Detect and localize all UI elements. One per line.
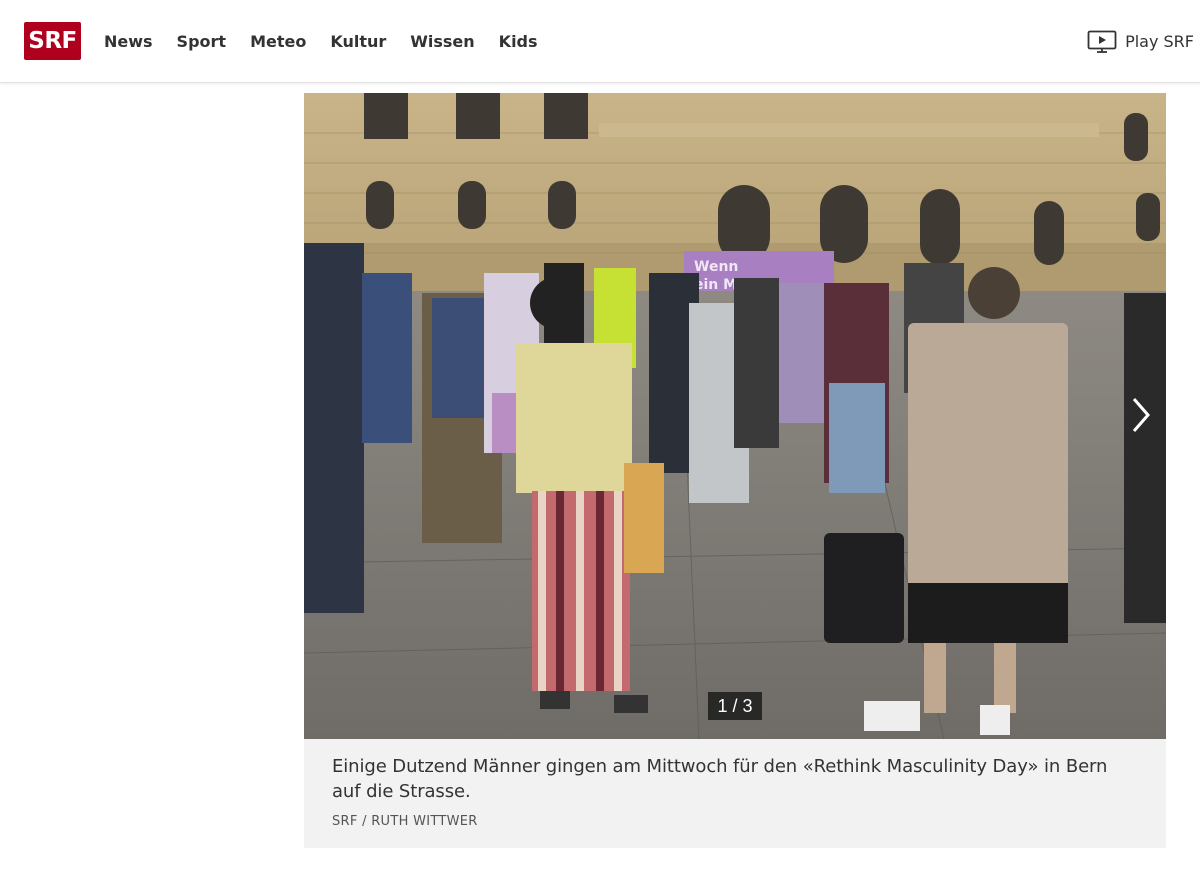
play-srf-link[interactable]: Play SRF (1087, 0, 1194, 83)
nav-item-kids[interactable]: Kids (499, 32, 538, 51)
gallery-photo: Wenn ein Mann (304, 93, 1166, 739)
caption-text: Einige Dutzend Männer gingen am Mittwoch… (332, 756, 1108, 802)
nav-item-kultur[interactable]: Kultur (330, 32, 386, 51)
srf-logo[interactable]: SRF (24, 22, 81, 60)
nav-item-wissen[interactable]: Wissen (410, 32, 474, 51)
tv-play-icon (1087, 30, 1117, 53)
main-nav: News Sport Meteo Kultur Wissen Kids (104, 0, 562, 83)
photo-credit: SRF / RUTH WITTWER (332, 814, 478, 829)
image-gallery[interactable]: Wenn ein Mann 1 / 3 (304, 93, 1166, 739)
site-header: SRF News Sport Meteo Kultur Wissen Kids … (0, 0, 1200, 83)
play-srf-label: Play SRF (1125, 32, 1194, 51)
nav-item-sport[interactable]: Sport (177, 32, 227, 51)
image-caption: Einige Dutzend Männer gingen am Mittwoch… (304, 739, 1166, 848)
nav-item-meteo[interactable]: Meteo (250, 32, 306, 51)
slide-counter: 1 / 3 (708, 692, 762, 720)
chevron-right-icon[interactable] (1128, 395, 1152, 435)
nav-item-news[interactable]: News (104, 32, 153, 51)
svg-text:Wenn: Wenn (694, 259, 738, 275)
